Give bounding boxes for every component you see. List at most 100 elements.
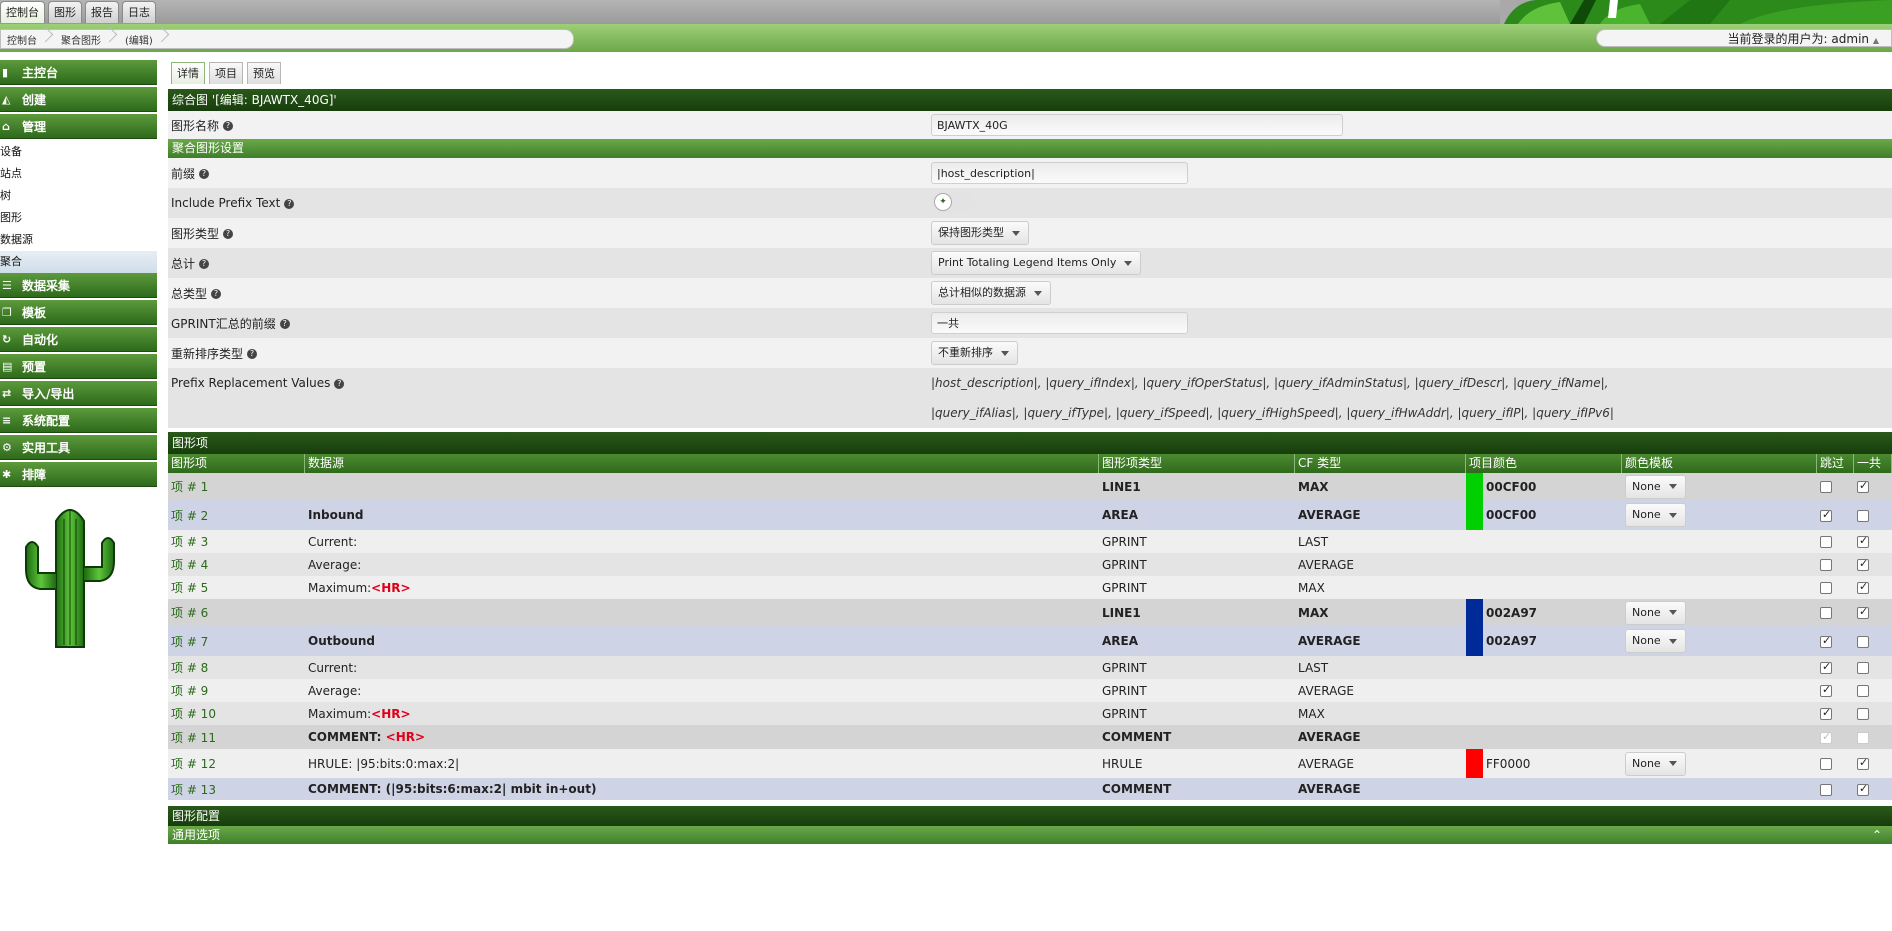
table-row[interactable]: 项 # 9 Average: GPRINT AVERAGE — [168, 679, 1892, 702]
skip-checkbox[interactable] — [1820, 660, 1832, 674]
sidebar-subitem-trees[interactable]: 树 — [0, 185, 157, 207]
item-number-link[interactable]: 项 # 5 — [168, 579, 305, 596]
skip-checkbox[interactable] — [1820, 783, 1832, 796]
total-checkbox[interactable] — [1857, 708, 1869, 720]
sidebar-item-templates[interactable]: ❐ 模板 — [0, 300, 157, 325]
item-number-link[interactable]: 项 # 13 — [168, 781, 305, 798]
table-row[interactable]: 项 # 4 Average: GPRINT AVERAGE — [168, 553, 1892, 576]
table-row[interactable]: 项 # 2 Inbound AREA AVERAGE 00CF00 None — [168, 500, 1892, 530]
color-template-select[interactable]: None — [1625, 503, 1686, 527]
item-number-link[interactable]: 项 # 12 — [168, 755, 305, 772]
graph-type-select[interactable]: 保持图形类型 — [931, 221, 1029, 245]
total-checkbox[interactable] — [1857, 534, 1869, 548]
reorder-select[interactable]: 不重新排序 — [931, 341, 1018, 365]
top-tab-reports[interactable]: 报告 — [85, 1, 119, 23]
table-row[interactable]: 项 # 5 Maximum:<HR> GPRINT MAX — [168, 576, 1892, 599]
table-row[interactable]: 项 # 11 COMMENT: <HR> COMMENT AVERAGE — [168, 725, 1892, 749]
tab-items[interactable]: 项目 — [209, 62, 243, 84]
breadcrumb-aggregate-graphs[interactable]: 聚合图形 — [55, 32, 119, 47]
tab-details[interactable]: 详情 — [171, 62, 205, 84]
color-template-select[interactable]: None — [1625, 474, 1686, 499]
sidebar-item-data-collection[interactable]: ☰ 数据采集 — [0, 273, 157, 298]
skip-checkbox[interactable] — [1820, 683, 1832, 697]
total-checkbox[interactable] — [1857, 557, 1869, 571]
sidebar-item-troubleshooting[interactable]: ✱ 排障 — [0, 462, 157, 487]
total-checkbox[interactable] — [1857, 685, 1869, 697]
sidebar-item-automation[interactable]: ↻ 自动化 — [0, 327, 157, 352]
help-icon[interactable]: ? — [223, 229, 234, 239]
item-number-link[interactable]: 项 # 3 — [168, 533, 305, 550]
skip-checkbox[interactable] — [1820, 706, 1832, 720]
top-tab-graphs[interactable]: 图形 — [48, 1, 82, 23]
sidebar-item-configuration[interactable]: ≡ 系统配置 — [0, 408, 157, 433]
top-tab-logs[interactable]: 日志 — [122, 1, 156, 23]
item-number-link[interactable]: 项 # 1 — [168, 478, 305, 495]
sidebar-subitem-data-sources[interactable]: 数据源 — [0, 229, 157, 251]
help-icon[interactable]: ? — [284, 198, 295, 209]
item-number-link[interactable]: 项 # 4 — [168, 556, 305, 573]
tab-preview[interactable]: 预览 — [247, 62, 281, 84]
table-row[interactable]: 项 # 8 Current: GPRINT LAST — [168, 656, 1892, 679]
color-template-select[interactable]: None — [1625, 629, 1686, 653]
skip-checkbox[interactable] — [1820, 536, 1832, 548]
item-number-link[interactable]: 项 # 10 — [168, 705, 305, 722]
help-icon[interactable]: ? — [199, 169, 210, 179]
include-prefix-toggle[interactable]: ✦ — [931, 190, 975, 213]
item-number-link[interactable]: 项 # 11 — [168, 729, 305, 746]
current-user[interactable]: 当前登录的用户为: admin ▲ — [1596, 29, 1892, 47]
item-number-link[interactable]: 项 # 8 — [168, 659, 305, 676]
total-checkbox[interactable] — [1857, 509, 1869, 522]
gprint-prefix-input[interactable]: 一共 — [931, 312, 1188, 334]
help-icon[interactable]: ? — [279, 319, 290, 329]
sidebar-subitem-devices[interactable]: 设备 — [0, 141, 157, 163]
help-icon[interactable]: ? — [223, 121, 234, 131]
total-checkbox[interactable] — [1857, 782, 1869, 796]
help-icon[interactable]: ? — [199, 259, 210, 269]
table-row[interactable]: 项 # 12 HRULE: |95:bits:0:max:2| HRULE AVERA… — [168, 749, 1892, 778]
skip-checkbox[interactable] — [1820, 508, 1832, 522]
help-icon[interactable]: ? — [211, 289, 222, 299]
total-checkbox[interactable] — [1857, 580, 1869, 594]
table-row[interactable]: 项 # 10 Maximum:<HR> GPRINT MAX — [168, 702, 1892, 725]
table-row[interactable]: 项 # 6 LINE1 MAX 002A97 None — [168, 599, 1892, 626]
sidebar-item-import-export[interactable]: ⇄ 导入/导出 — [0, 381, 157, 406]
table-row[interactable]: 项 # 13 COMMENT: (|95:bits:6:max:2| mbit i… — [168, 778, 1892, 800]
help-icon[interactable]: ? — [247, 349, 258, 359]
sidebar-item-management[interactable]: ⌂ 管理 — [0, 114, 157, 139]
general-options-header[interactable]: 通用选项 ⌃ — [168, 826, 1892, 844]
total-checkbox[interactable] — [1857, 635, 1869, 648]
table-row[interactable]: 项 # 7 Outbound AREA AVERAGE 002A97 None — [168, 626, 1892, 656]
total-type-select[interactable]: 总计相似的数据源 — [931, 281, 1051, 305]
total-checkbox[interactable] — [1857, 662, 1869, 674]
skip-checkbox[interactable] — [1820, 481, 1832, 493]
item-number-link[interactable]: 项 # 6 — [168, 604, 305, 621]
sidebar-subitem-sites[interactable]: 站点 — [0, 163, 157, 185]
skip-checkbox[interactable] — [1820, 607, 1832, 619]
sidebar-item-create[interactable]: ◭ 创建 — [0, 87, 157, 112]
color-template-select[interactable]: None — [1625, 751, 1686, 776]
skip-checkbox[interactable] — [1820, 634, 1832, 648]
total-checkbox[interactable] — [1857, 479, 1869, 493]
skip-checkbox[interactable] — [1820, 559, 1832, 571]
sidebar-item-main-console[interactable]: ▮ 主控台 — [0, 60, 157, 85]
item-number-link[interactable]: 项 # 9 — [168, 682, 305, 699]
collapse-icon[interactable]: ⌃ — [1872, 826, 1882, 844]
top-tab-console[interactable]: 控制台 — [0, 1, 45, 23]
sidebar-subitem-graphs[interactable]: 图形 — [0, 207, 157, 229]
total-checkbox[interactable] — [1857, 605, 1869, 619]
table-row[interactable]: 项 # 1 LINE1 MAX 00CF00 None — [168, 473, 1892, 500]
sidebar-item-utilities[interactable]: ⚙ 实用工具 — [0, 435, 157, 460]
prefix-input[interactable]: |host_description| — [931, 162, 1188, 184]
help-icon[interactable]: ? — [334, 378, 345, 389]
graph-name-input[interactable]: BJAWTX_40G — [931, 114, 1343, 136]
skip-checkbox[interactable] — [1820, 582, 1832, 594]
total-checkbox[interactable] — [1857, 756, 1869, 770]
color-template-select[interactable]: None — [1625, 600, 1686, 625]
sidebar-item-presets[interactable]: ▤ 预置 — [0, 354, 157, 379]
breadcrumb-console[interactable]: 控制台 — [1, 32, 55, 47]
item-number-link[interactable]: 项 # 7 — [168, 633, 305, 650]
item-number-link[interactable]: 项 # 2 — [168, 507, 305, 524]
total-select[interactable]: Print Totaling Legend Items Only — [931, 251, 1142, 275]
table-row[interactable]: 项 # 3 Current: GPRINT LAST — [168, 530, 1892, 553]
skip-checkbox[interactable] — [1820, 758, 1832, 770]
